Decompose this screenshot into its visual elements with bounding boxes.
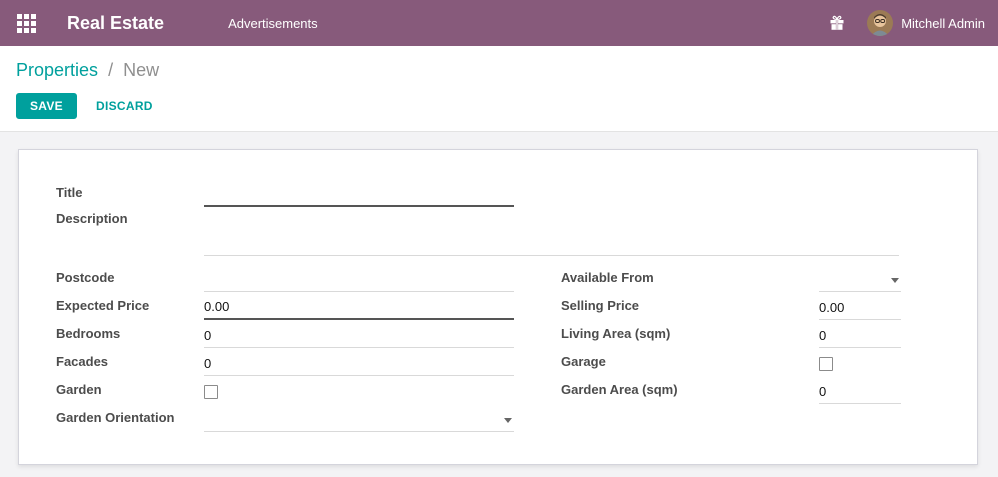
form-row-living-area: Living Area (sqm) — [561, 320, 901, 348]
garden-area-label: Garden Area (sqm) — [561, 382, 819, 404]
selling-price-label: Selling Price — [561, 298, 819, 320]
available-from-label: Available From — [561, 270, 819, 292]
title-label: Title — [56, 185, 204, 207]
garage-label: Garage — [561, 354, 819, 376]
title-input[interactable] — [204, 186, 514, 205]
gift-icon[interactable] — [829, 15, 845, 31]
form-row-garden-orientation: Garden Orientation — [56, 404, 514, 432]
form-row-description: Description — [56, 207, 899, 256]
content-area: Title Description Postcode Exp — [0, 132, 998, 477]
expected-price-label: Expected Price — [56, 298, 204, 320]
form-row-expected-price: Expected Price — [56, 292, 514, 320]
menu-advertisements[interactable]: Advertisements — [228, 16, 318, 31]
property-form-sheet: Title Description Postcode Exp — [18, 149, 978, 465]
garden-orientation-label: Garden Orientation — [56, 410, 204, 432]
form-row-garden: Garden — [56, 376, 514, 404]
form-row-title: Title — [56, 180, 899, 207]
expected-price-input[interactable] — [204, 299, 514, 318]
form-right-group: Available From Selling Price Living Area… — [561, 264, 901, 432]
grid-icon — [17, 14, 36, 33]
postcode-label: Postcode — [56, 270, 204, 292]
breadcrumb: Properties / New — [16, 59, 982, 81]
garden-label: Garden — [56, 382, 204, 404]
form-row-available-from: Available From — [561, 264, 901, 292]
breadcrumb-separator: / — [108, 60, 113, 80]
living-area-label: Living Area (sqm) — [561, 326, 819, 348]
save-button[interactable]: SAVE — [16, 93, 77, 119]
garden-checkbox[interactable] — [204, 385, 218, 399]
garden-orientation-input[interactable] — [204, 412, 514, 431]
description-input[interactable] — [204, 207, 899, 255]
description-label: Description — [56, 207, 204, 256]
bedrooms-input[interactable] — [204, 328, 514, 347]
control-panel: Properties / New SAVE DISCARD — [0, 46, 998, 132]
bedrooms-label: Bedrooms — [56, 326, 204, 348]
form-row-postcode: Postcode — [56, 264, 514, 292]
form-row-selling-price: Selling Price — [561, 292, 901, 320]
breadcrumb-current: New — [123, 60, 159, 80]
form-row-garage: Garage — [561, 348, 901, 376]
apps-menu-icon[interactable] — [16, 13, 36, 33]
form-row-facades: Facades — [56, 348, 514, 376]
facades-input[interactable] — [204, 356, 514, 375]
form-row-garden-area: Garden Area (sqm) — [561, 376, 901, 404]
garden-orientation-caret-icon[interactable] — [504, 418, 512, 423]
selling-price-input[interactable] — [819, 300, 901, 319]
postcode-input[interactable] — [204, 272, 514, 291]
garden-area-input[interactable] — [819, 384, 901, 403]
facades-label: Facades — [56, 354, 204, 376]
top-navbar: Real Estate Advertisements Mitchell Admi… — [0, 0, 998, 46]
user-avatar[interactable] — [867, 10, 893, 36]
garage-checkbox[interactable] — [819, 357, 833, 371]
living-area-input[interactable] — [819, 328, 901, 347]
breadcrumb-properties[interactable]: Properties — [16, 60, 98, 80]
available-from-caret-icon[interactable] — [891, 278, 899, 283]
app-title[interactable]: Real Estate — [67, 13, 164, 34]
available-from-input[interactable] — [819, 272, 901, 291]
form-row-bedrooms: Bedrooms — [56, 320, 514, 348]
user-name[interactable]: Mitchell Admin — [901, 16, 985, 31]
discard-button[interactable]: DISCARD — [94, 94, 155, 118]
form-left-group: Postcode Expected Price Bedrooms — [56, 264, 514, 432]
